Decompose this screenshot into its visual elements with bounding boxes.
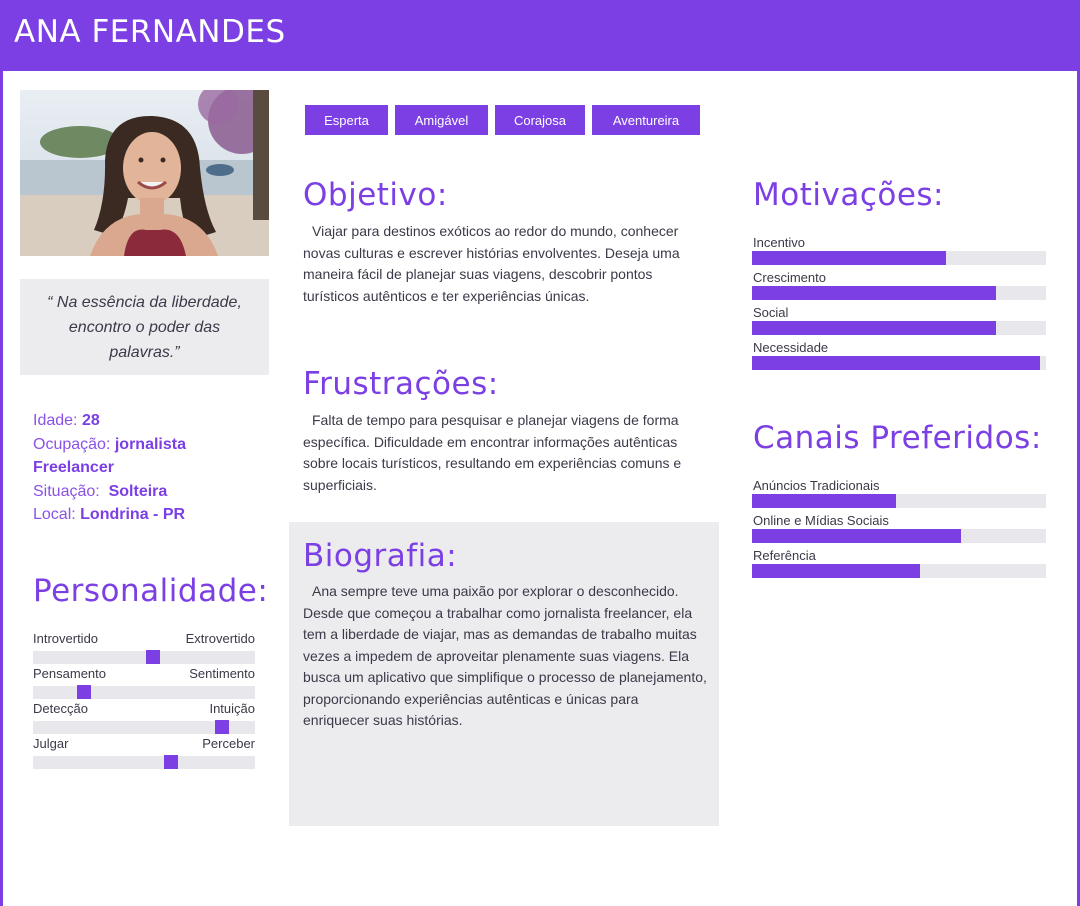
motivation-bar-fill xyxy=(752,356,1040,370)
scale-right-label: Sentimento xyxy=(189,666,255,681)
tag-trait: Aventureira xyxy=(592,105,700,135)
header-bar: ANA FERNANDES xyxy=(0,0,1080,71)
motivation-bar-label: Necessidade xyxy=(753,340,829,355)
objective-text: Viajar para destinos exóticos ao redor d… xyxy=(303,223,680,304)
motivation-bar-track xyxy=(752,251,1046,265)
motivation-bar-fill xyxy=(752,251,946,265)
personality-scale-marker xyxy=(164,755,178,769)
motivation-bar-track xyxy=(752,321,1046,335)
channel-bar-track xyxy=(752,529,1046,543)
frustrations-text: Falta de tempo para pesquisar e planejar… xyxy=(303,412,682,493)
channel-bar-track xyxy=(752,494,1046,508)
biography-text: Ana sempre teve uma paixão por explorar … xyxy=(303,583,707,728)
motivation-bar-fill xyxy=(752,321,996,335)
channel-bar-label: Anúncios Tradicionais xyxy=(753,478,880,493)
personal-info: Idade: 28 Ocupação: jornalista Freelance… xyxy=(33,409,186,527)
occupation-value: jornalista xyxy=(114,435,186,453)
motivation-bar-label: Social xyxy=(753,305,789,320)
frustrations-title: Frustrações: xyxy=(303,366,499,402)
motivation-bar-label: Crescimento xyxy=(753,270,826,285)
channel-bar-fill xyxy=(752,529,961,543)
age-label: Idade: xyxy=(33,412,78,429)
tag-trait: Amigável xyxy=(395,105,488,135)
occupation-value-line2: Freelancer xyxy=(33,459,114,476)
channel-bar-fill xyxy=(752,494,896,508)
scale-right-label: Perceber xyxy=(202,736,255,751)
personality-scale-track xyxy=(33,685,255,699)
personality-scale-marker xyxy=(146,650,160,664)
tag-trait: Esperta xyxy=(305,105,388,135)
channel-bar-label: Referência xyxy=(753,548,816,563)
personality-scale-track xyxy=(33,720,255,734)
channels-title: Canais Preferidos: xyxy=(753,420,1042,456)
location-value: Londrina - PR xyxy=(80,506,186,523)
channel-bar-fill xyxy=(752,564,920,578)
personality-scale-marker xyxy=(215,720,229,734)
motivation-bar-track xyxy=(752,356,1046,370)
personality-scale-track xyxy=(33,650,255,664)
quote-box: “ Na essência da liberdade, encontro o p… xyxy=(20,279,269,375)
occupation-label: Ocupação: xyxy=(33,435,111,453)
persona-name: ANA FERNANDES xyxy=(14,14,286,50)
location-label: Local: xyxy=(33,506,76,523)
personality-title: Personalidade: xyxy=(33,573,269,609)
age-value: 28 xyxy=(81,412,100,429)
tag-trait: Corajosa xyxy=(495,105,585,135)
channel-bar-label: Online e Mídias Sociais xyxy=(753,513,889,528)
status-label: Situação: xyxy=(33,482,100,500)
motivation-bar-fill xyxy=(752,286,996,300)
persona-quote: “ Na essência da liberdade, encontro o p… xyxy=(47,293,242,361)
motivations-title: Motivações: xyxy=(753,177,945,213)
personality-scale-track xyxy=(33,755,255,769)
motivation-bar-track xyxy=(752,286,1046,300)
profile-photo xyxy=(20,90,269,256)
scale-right-label: Extrovertido xyxy=(185,631,255,646)
frame-left-border xyxy=(0,0,3,906)
objective-title: Objetivo: xyxy=(303,177,448,213)
channel-bar-track xyxy=(752,564,1046,578)
motivation-bar-label: Incentivo xyxy=(753,235,806,250)
personality-scale-marker xyxy=(77,685,91,699)
status-value: Solteira xyxy=(108,482,168,500)
scale-right-label: Intuição xyxy=(209,701,255,716)
biography-title: Biografia: xyxy=(303,538,458,574)
